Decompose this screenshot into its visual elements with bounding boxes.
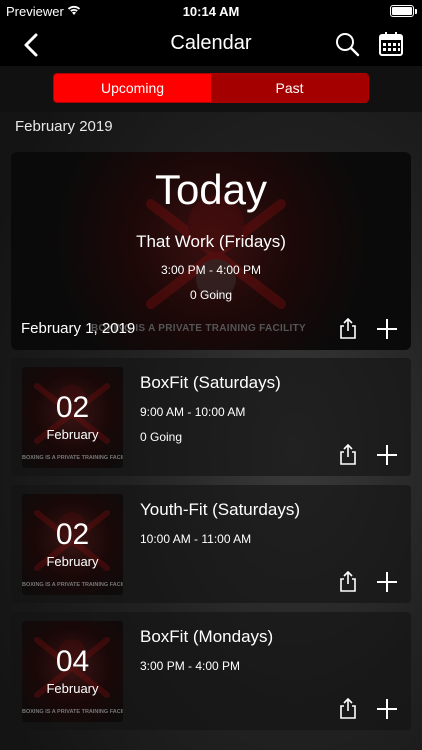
event-day: 04 [55, 645, 90, 678]
going-count: 0 Going [140, 430, 183, 444]
facility-banner: BOXING IS A PRIVATE TRAINING FACILITY [22, 582, 123, 588]
upcoming-past-toggle: Upcoming Past [53, 73, 369, 103]
add-icon[interactable] [376, 698, 398, 720]
facility-banner: BOXING IS A PRIVATE TRAINING FACILITY [22, 709, 123, 715]
segment-bar: Upcoming Past [0, 66, 422, 112]
nav-bar: Calendar [0, 24, 422, 66]
share-icon[interactable] [338, 318, 358, 340]
clock: 10:14 AM [182, 4, 240, 19]
event-name: That Work (Fridays) [136, 232, 286, 251]
event-day: 02 [55, 391, 90, 424]
add-icon[interactable] [376, 444, 398, 466]
event-thumbnail: 02 February BOXING IS A PRIVATE TRAINING… [22, 494, 123, 595]
event-time: 3:00 PM - 4:00 PM [160, 263, 262, 277]
event-row[interactable]: 02 February BOXING IS A PRIVATE TRAINING… [11, 358, 411, 476]
event-month: February [46, 681, 99, 696]
tab-past[interactable]: Past [211, 74, 368, 102]
event-month: February [46, 427, 99, 442]
event-row[interactable]: 04 February BOXING IS A PRIVATE TRAINING… [11, 612, 411, 730]
going-count: 0 Going [189, 288, 233, 302]
event-name: BoxFit (Mondays) [140, 627, 274, 646]
status-bar: Previewer 10:14 AM [0, 0, 422, 24]
share-icon[interactable] [338, 698, 358, 720]
event-day: 02 [55, 518, 90, 551]
event-name: BoxFit (Saturdays) [140, 373, 281, 392]
event-time: 3:00 PM - 4:00 PM [140, 659, 241, 673]
event-name: Youth-Fit (Saturdays) [140, 500, 300, 519]
tab-upcoming[interactable]: Upcoming [54, 74, 211, 102]
event-thumbnail: 04 February BOXING IS A PRIVATE TRAINING… [22, 621, 123, 722]
share-icon[interactable] [338, 444, 358, 466]
event-row[interactable]: 02 February BOXING IS A PRIVATE TRAINING… [11, 485, 411, 603]
event-time: 10:00 AM - 11:00 AM [140, 532, 252, 546]
event-time: 9:00 AM - 10:00 AM [140, 405, 246, 419]
calendar-icon[interactable] [378, 31, 404, 57]
month-section-header: February 2019 [15, 118, 113, 135]
search-icon[interactable] [334, 31, 360, 57]
share-icon[interactable] [338, 571, 358, 593]
event-month: February [46, 554, 99, 569]
battery-icon [390, 5, 417, 17]
add-icon[interactable] [376, 571, 398, 593]
today-event-card[interactable]: Today That Work (Fridays) 3:00 PM - 4:00… [11, 152, 411, 350]
facility-banner: BOXING IS A PRIVATE TRAINING FACILITY [22, 455, 123, 461]
add-icon[interactable] [376, 318, 398, 340]
event-thumbnail: 02 February BOXING IS A PRIVATE TRAINING… [22, 367, 123, 468]
today-heading: Today [154, 166, 268, 213]
event-date: February 1, 2019 [21, 320, 136, 337]
